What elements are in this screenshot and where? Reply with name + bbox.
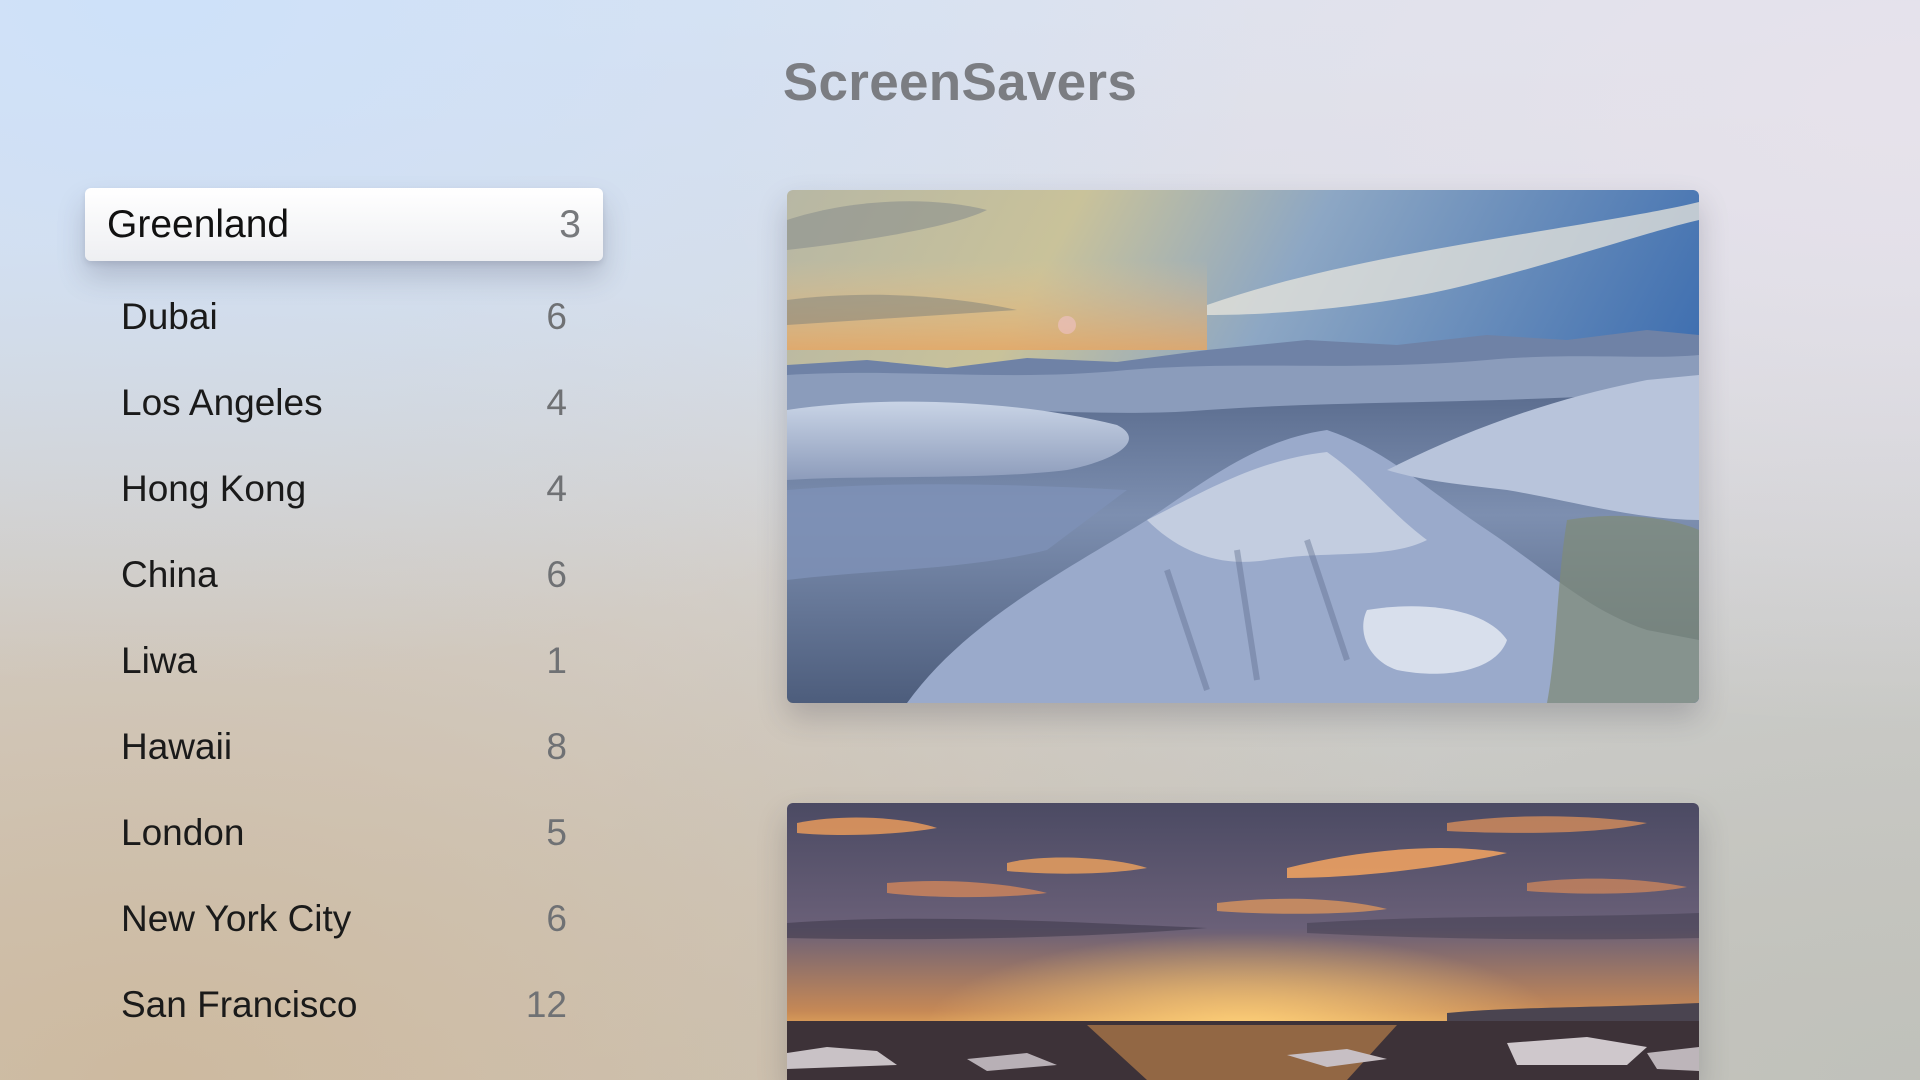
list-item-label: Greenland (107, 202, 290, 246)
list-item-count: 5 (546, 812, 567, 853)
list-item-new-york-city[interactable]: New York City 6 (85, 876, 603, 962)
page-title: ScreenSavers (782, 53, 1138, 112)
greenland-sunset-icebergs-image (787, 803, 1699, 1080)
list-item-count: 8 (546, 726, 567, 767)
list-item-san-francisco[interactable]: San Francisco 12 (85, 962, 603, 1048)
list-item-label: Dubai (121, 296, 218, 337)
list-item-count: 4 (546, 468, 567, 509)
screensaver-preview-1[interactable] (787, 190, 1699, 703)
list-item-label: China (121, 554, 218, 595)
greenland-snowy-mountains-image (787, 190, 1699, 703)
list-item-greenland[interactable]: Greenland 3 (85, 188, 603, 261)
list-item-liwa[interactable]: Liwa 1 (85, 618, 603, 704)
list-item-london[interactable]: London 5 (85, 790, 603, 876)
list-item-label: Hawaii (121, 726, 233, 767)
list-item-label: Liwa (121, 640, 198, 681)
location-list: Greenland 3 Dubai 6 Los Angeles 4 Hong K… (85, 188, 603, 1048)
list-item-label: London (121, 812, 245, 853)
list-item-label: San Francisco (121, 984, 358, 1025)
list-item-count: 6 (546, 898, 567, 939)
screensaver-preview-2[interactable] (787, 803, 1699, 1080)
list-item-los-angeles[interactable]: Los Angeles 4 (85, 360, 603, 446)
list-item-china[interactable]: China 6 (85, 532, 603, 618)
list-item-label: Hong Kong (121, 468, 307, 509)
list-item-count: 6 (546, 554, 567, 595)
list-item-count: 1 (546, 640, 567, 681)
list-item-label: Los Angeles (121, 382, 323, 423)
list-item-hong-kong[interactable]: Hong Kong 4 (85, 446, 603, 532)
list-item-dubai[interactable]: Dubai 6 (85, 274, 603, 360)
list-item-count: 6 (546, 296, 567, 337)
list-item-label: New York City (121, 898, 352, 939)
list-item-count: 3 (559, 202, 581, 246)
list-item-hawaii[interactable]: Hawaii 8 (85, 704, 603, 790)
list-item-count: 12 (525, 984, 567, 1025)
list-item-count: 4 (546, 382, 567, 423)
